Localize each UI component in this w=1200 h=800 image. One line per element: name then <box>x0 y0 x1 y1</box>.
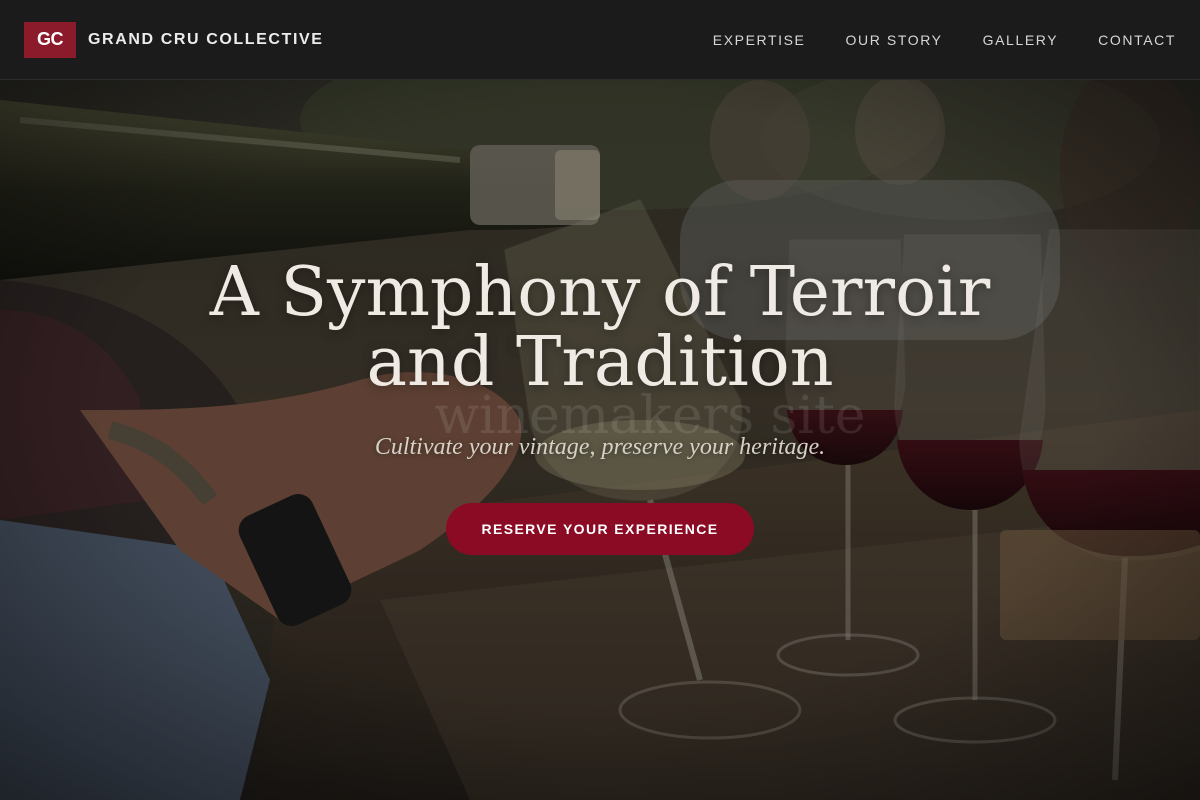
hero-title-line-2: and Tradition <box>366 323 834 402</box>
hero-title: A Symphony of Terroir and Tradition <box>200 258 1000 398</box>
brand-name: GRAND CRU COLLECTIVE <box>88 30 324 48</box>
brand-link[interactable]: GC GRAND CRU COLLECTIVE <box>24 21 324 58</box>
hero-title-line-1: A Symphony of Terroir <box>209 253 991 332</box>
logo-badge: GC <box>24 21 76 58</box>
hero-content: A Symphony of Terroir and Tradition Cult… <box>0 80 1200 800</box>
nav-our-story[interactable]: OUR STORY <box>846 32 943 48</box>
hero-section: winemakers site A Symphony of Terroir an… <box>0 80 1200 800</box>
nav-expertise[interactable]: EXPERTISE <box>713 32 806 48</box>
reserve-experience-button[interactable]: RESERVE YOUR EXPERIENCE <box>446 503 754 555</box>
nav-contact[interactable]: CONTACT <box>1098 32 1176 48</box>
main-nav: EXPERTISE OUR STORY GALLERY CONTACT <box>673 32 1176 48</box>
hero-subtitle: Cultivate your vintage, preserve your he… <box>374 434 826 460</box>
page: GC GRAND CRU COLLECTIVE EXPERTISE OUR ST… <box>0 0 1200 800</box>
site-header: GC GRAND CRU COLLECTIVE EXPERTISE OUR ST… <box>0 0 1200 80</box>
nav-gallery[interactable]: GALLERY <box>983 32 1059 48</box>
